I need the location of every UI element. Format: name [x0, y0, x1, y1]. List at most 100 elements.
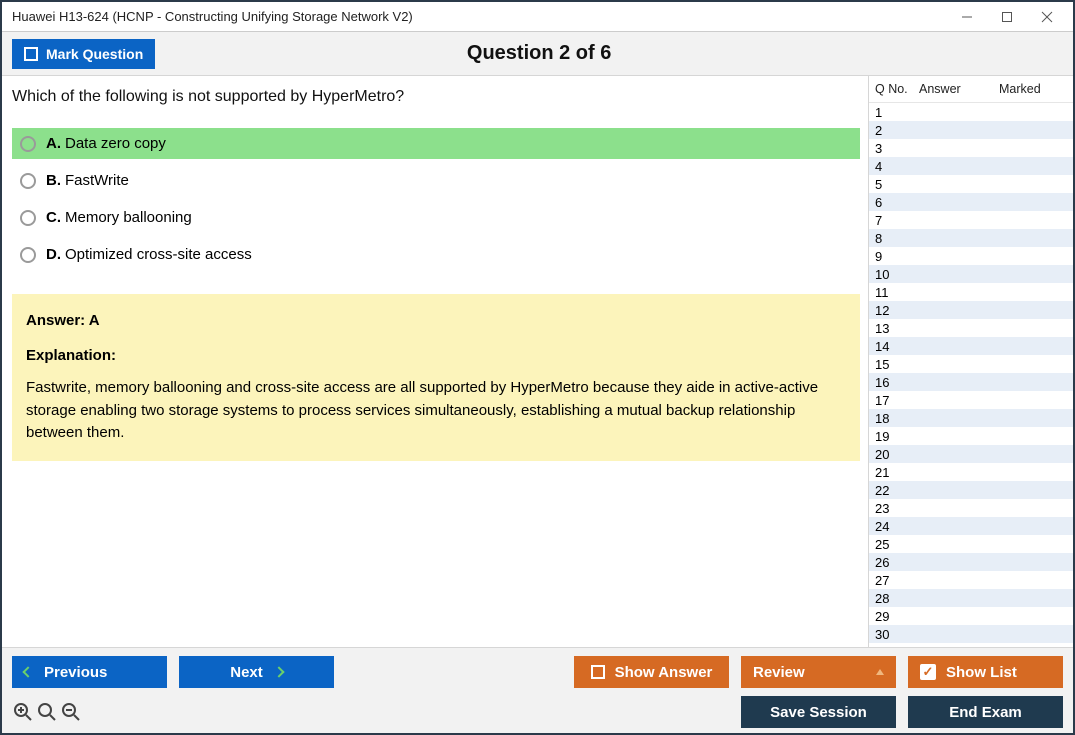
- window-title: Huawei H13-624 (HCNP - Constructing Unif…: [12, 9, 947, 24]
- show-list-label: Show List: [946, 664, 1017, 681]
- app-window: Huawei H13-624 (HCNP - Constructing Unif…: [0, 0, 1075, 735]
- question-list-row[interactable]: 16: [869, 373, 1073, 391]
- q-number: 23: [875, 501, 919, 516]
- q-number: 25: [875, 537, 919, 552]
- q-number: 11: [875, 285, 919, 300]
- next-label: Next: [230, 664, 263, 681]
- q-number: 29: [875, 609, 919, 624]
- question-list-row[interactable]: 15: [869, 355, 1073, 373]
- option-d[interactable]: D. Optimized cross-site access: [12, 239, 860, 270]
- question-list-row[interactable]: 14: [869, 337, 1073, 355]
- question-list-row[interactable]: 22: [869, 481, 1073, 499]
- question-list-row[interactable]: 9: [869, 247, 1073, 265]
- q-number: 8: [875, 231, 919, 246]
- chevron-left-icon: [22, 666, 33, 677]
- titlebar: Huawei H13-624 (HCNP - Constructing Unif…: [2, 2, 1073, 32]
- question-list-row[interactable]: 28: [869, 589, 1073, 607]
- option-letter: B.: [46, 172, 61, 189]
- q-number: 16: [875, 375, 919, 390]
- option-letter: C.: [46, 209, 61, 226]
- side-panel: Q No. Answer Marked 12345678910111213141…: [868, 76, 1073, 647]
- end-exam-label: End Exam: [949, 704, 1022, 721]
- end-exam-button[interactable]: End Exam: [908, 696, 1063, 728]
- q-number: 26: [875, 555, 919, 570]
- maximize-button[interactable]: [987, 3, 1027, 31]
- question-list-row[interactable]: 10: [869, 265, 1073, 283]
- previous-button[interactable]: Previous: [12, 656, 167, 688]
- question-list-row[interactable]: 26: [869, 553, 1073, 571]
- question-list-row[interactable]: 8: [869, 229, 1073, 247]
- footer-row-2: Save Session End Exam: [12, 696, 1063, 728]
- q-number: 6: [875, 195, 919, 210]
- question-list-row[interactable]: 30: [869, 625, 1073, 643]
- triangle-up-icon: [876, 669, 884, 675]
- radio-icon: [20, 136, 36, 152]
- options-list: A. Data zero copy B. FastWrite C. Memory b…: [12, 128, 860, 270]
- question-list-row[interactable]: 20: [869, 445, 1073, 463]
- save-session-button[interactable]: Save Session: [741, 696, 896, 728]
- zoom-reset-icon[interactable]: [36, 701, 58, 723]
- review-button[interactable]: Review: [741, 656, 896, 688]
- option-letter: A.: [46, 135, 61, 152]
- option-c[interactable]: C. Memory ballooning: [12, 202, 860, 233]
- question-list-row[interactable]: 21: [869, 463, 1073, 481]
- zoom-controls: [12, 701, 82, 723]
- question-list-row[interactable]: 4: [869, 157, 1073, 175]
- side-header: Q No. Answer Marked: [869, 76, 1073, 103]
- question-text: Which of the following is not supported …: [12, 88, 860, 106]
- chevron-right-icon: [273, 666, 284, 677]
- question-list-row[interactable]: 18: [869, 409, 1073, 427]
- q-number: 2: [875, 123, 919, 138]
- content-body: Which of the following is not supported …: [2, 76, 1073, 647]
- option-text: Memory ballooning: [65, 209, 192, 226]
- question-list-row[interactable]: 2: [869, 121, 1073, 139]
- q-number: 17: [875, 393, 919, 408]
- question-list-row[interactable]: 7: [869, 211, 1073, 229]
- show-answer-button[interactable]: Show Answer: [574, 656, 729, 688]
- question-list-row[interactable]: 23: [869, 499, 1073, 517]
- radio-icon: [20, 210, 36, 226]
- option-text: Optimized cross-site access: [65, 246, 252, 263]
- radio-icon: [20, 247, 36, 263]
- close-button[interactable]: [1027, 3, 1067, 31]
- question-list[interactable]: 1234567891011121314151617181920212223242…: [869, 103, 1073, 647]
- question-list-row[interactable]: 13: [869, 319, 1073, 337]
- previous-label: Previous: [44, 664, 107, 681]
- side-col-marked: Marked: [999, 82, 1069, 96]
- save-session-label: Save Session: [770, 704, 867, 721]
- checkbox-icon: [591, 665, 605, 679]
- q-number: 24: [875, 519, 919, 534]
- question-list-row[interactable]: 25: [869, 535, 1073, 553]
- question-list-row[interactable]: 24: [869, 517, 1073, 535]
- question-list-row[interactable]: 6: [869, 193, 1073, 211]
- q-number: 20: [875, 447, 919, 462]
- minimize-button[interactable]: [947, 3, 987, 31]
- question-list-row[interactable]: 19: [869, 427, 1073, 445]
- question-list-row[interactable]: 11: [869, 283, 1073, 301]
- q-number: 4: [875, 159, 919, 174]
- option-b[interactable]: B. FastWrite: [12, 165, 860, 196]
- footer: Previous Next Show Answer Review ✓ Show …: [2, 647, 1073, 733]
- zoom-out-icon[interactable]: [60, 701, 82, 723]
- zoom-in-icon[interactable]: [12, 701, 34, 723]
- show-list-button[interactable]: ✓ Show List: [908, 656, 1063, 688]
- option-a[interactable]: A. Data zero copy: [12, 128, 860, 159]
- show-answer-label: Show Answer: [615, 664, 713, 681]
- q-number: 19: [875, 429, 919, 444]
- question-list-row[interactable]: 17: [869, 391, 1073, 409]
- question-list-row[interactable]: 3: [869, 139, 1073, 157]
- next-button[interactable]: Next: [179, 656, 334, 688]
- mark-question-button[interactable]: Mark Question: [12, 39, 155, 69]
- question-list-row[interactable]: 5: [869, 175, 1073, 193]
- q-number: 7: [875, 213, 919, 228]
- answer-box: Answer: A Explanation: Fastwrite, memory…: [12, 294, 860, 461]
- question-counter: Question 2 of 6: [155, 42, 923, 65]
- q-number: 10: [875, 267, 919, 282]
- question-list-row[interactable]: 12: [869, 301, 1073, 319]
- question-list-row[interactable]: 1: [869, 103, 1073, 121]
- question-list-row[interactable]: 27: [869, 571, 1073, 589]
- footer-row-1: Previous Next Show Answer Review ✓ Show …: [12, 656, 1063, 688]
- question-list-row[interactable]: 29: [869, 607, 1073, 625]
- explanation-label: Explanation:: [26, 345, 846, 368]
- radio-icon: [20, 173, 36, 189]
